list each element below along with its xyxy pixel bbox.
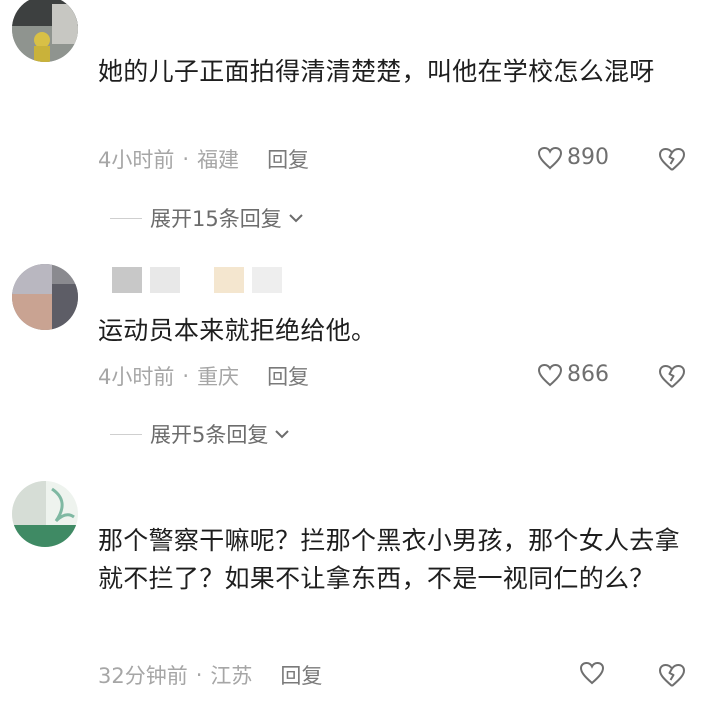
avatar-image bbox=[12, 0, 78, 62]
meta-separator: · bbox=[195, 663, 203, 687]
reply-button[interactable]: 回复 bbox=[267, 144, 309, 174]
broken-heart-icon[interactable] bbox=[658, 146, 686, 172]
expand-replies-label: 展开15条回复 bbox=[150, 207, 282, 231]
expand-divider bbox=[110, 217, 142, 219]
chevron-down-icon bbox=[288, 212, 304, 224]
avatar-image bbox=[12, 264, 78, 330]
expand-replies-button[interactable]: 展开15条回复 bbox=[110, 203, 304, 233]
comment-time: 4小时前 bbox=[98, 148, 175, 172]
nickname-blurred bbox=[112, 266, 282, 294]
expand-divider bbox=[110, 433, 142, 435]
user-avatar[interactable] bbox=[12, 481, 78, 547]
reply-button[interactable]: 回复 bbox=[280, 660, 322, 690]
heart-outline-icon bbox=[579, 661, 605, 685]
like-count: 890 bbox=[567, 145, 609, 170]
heart-outline-icon bbox=[537, 363, 563, 387]
like-button[interactable]: 866 bbox=[537, 362, 609, 387]
broken-heart-icon[interactable] bbox=[658, 363, 686, 389]
user-avatar[interactable] bbox=[12, 264, 78, 330]
meta-separator: · bbox=[182, 364, 190, 388]
like-button[interactable] bbox=[579, 661, 609, 685]
chevron-down-icon bbox=[274, 428, 290, 440]
meta-separator: · bbox=[182, 147, 190, 171]
comment-location: 福建 bbox=[197, 148, 240, 172]
comment-location: 江苏 bbox=[210, 664, 253, 688]
comment-text: 她的儿子正面拍得清清楚楚，叫他在学校怎么混呀 bbox=[98, 57, 655, 86]
comment-text: 那个警察干嘛呢？拦那个黑衣小男孩，那个女人去拿就不拦了？如果不让拿东西，不是一视… bbox=[98, 526, 680, 593]
like-count: 866 bbox=[567, 362, 609, 387]
expand-replies-label: 展开5条回复 bbox=[150, 423, 269, 447]
comment-time: 4小时前 bbox=[98, 365, 175, 389]
expand-replies-button[interactable]: 展开5条回复 bbox=[110, 419, 290, 449]
broken-heart-icon[interactable] bbox=[658, 662, 686, 688]
reply-button[interactable]: 回复 bbox=[267, 361, 309, 391]
comment-text: 运动员本来就拒绝给他。 bbox=[98, 316, 377, 345]
comment-location: 重庆 bbox=[197, 365, 240, 389]
avatar-image bbox=[12, 481, 78, 547]
user-avatar[interactable] bbox=[12, 0, 78, 62]
comment-time: 32分钟前 bbox=[98, 664, 188, 688]
like-button[interactable]: 890 bbox=[537, 145, 609, 170]
heart-outline-icon bbox=[537, 146, 563, 170]
